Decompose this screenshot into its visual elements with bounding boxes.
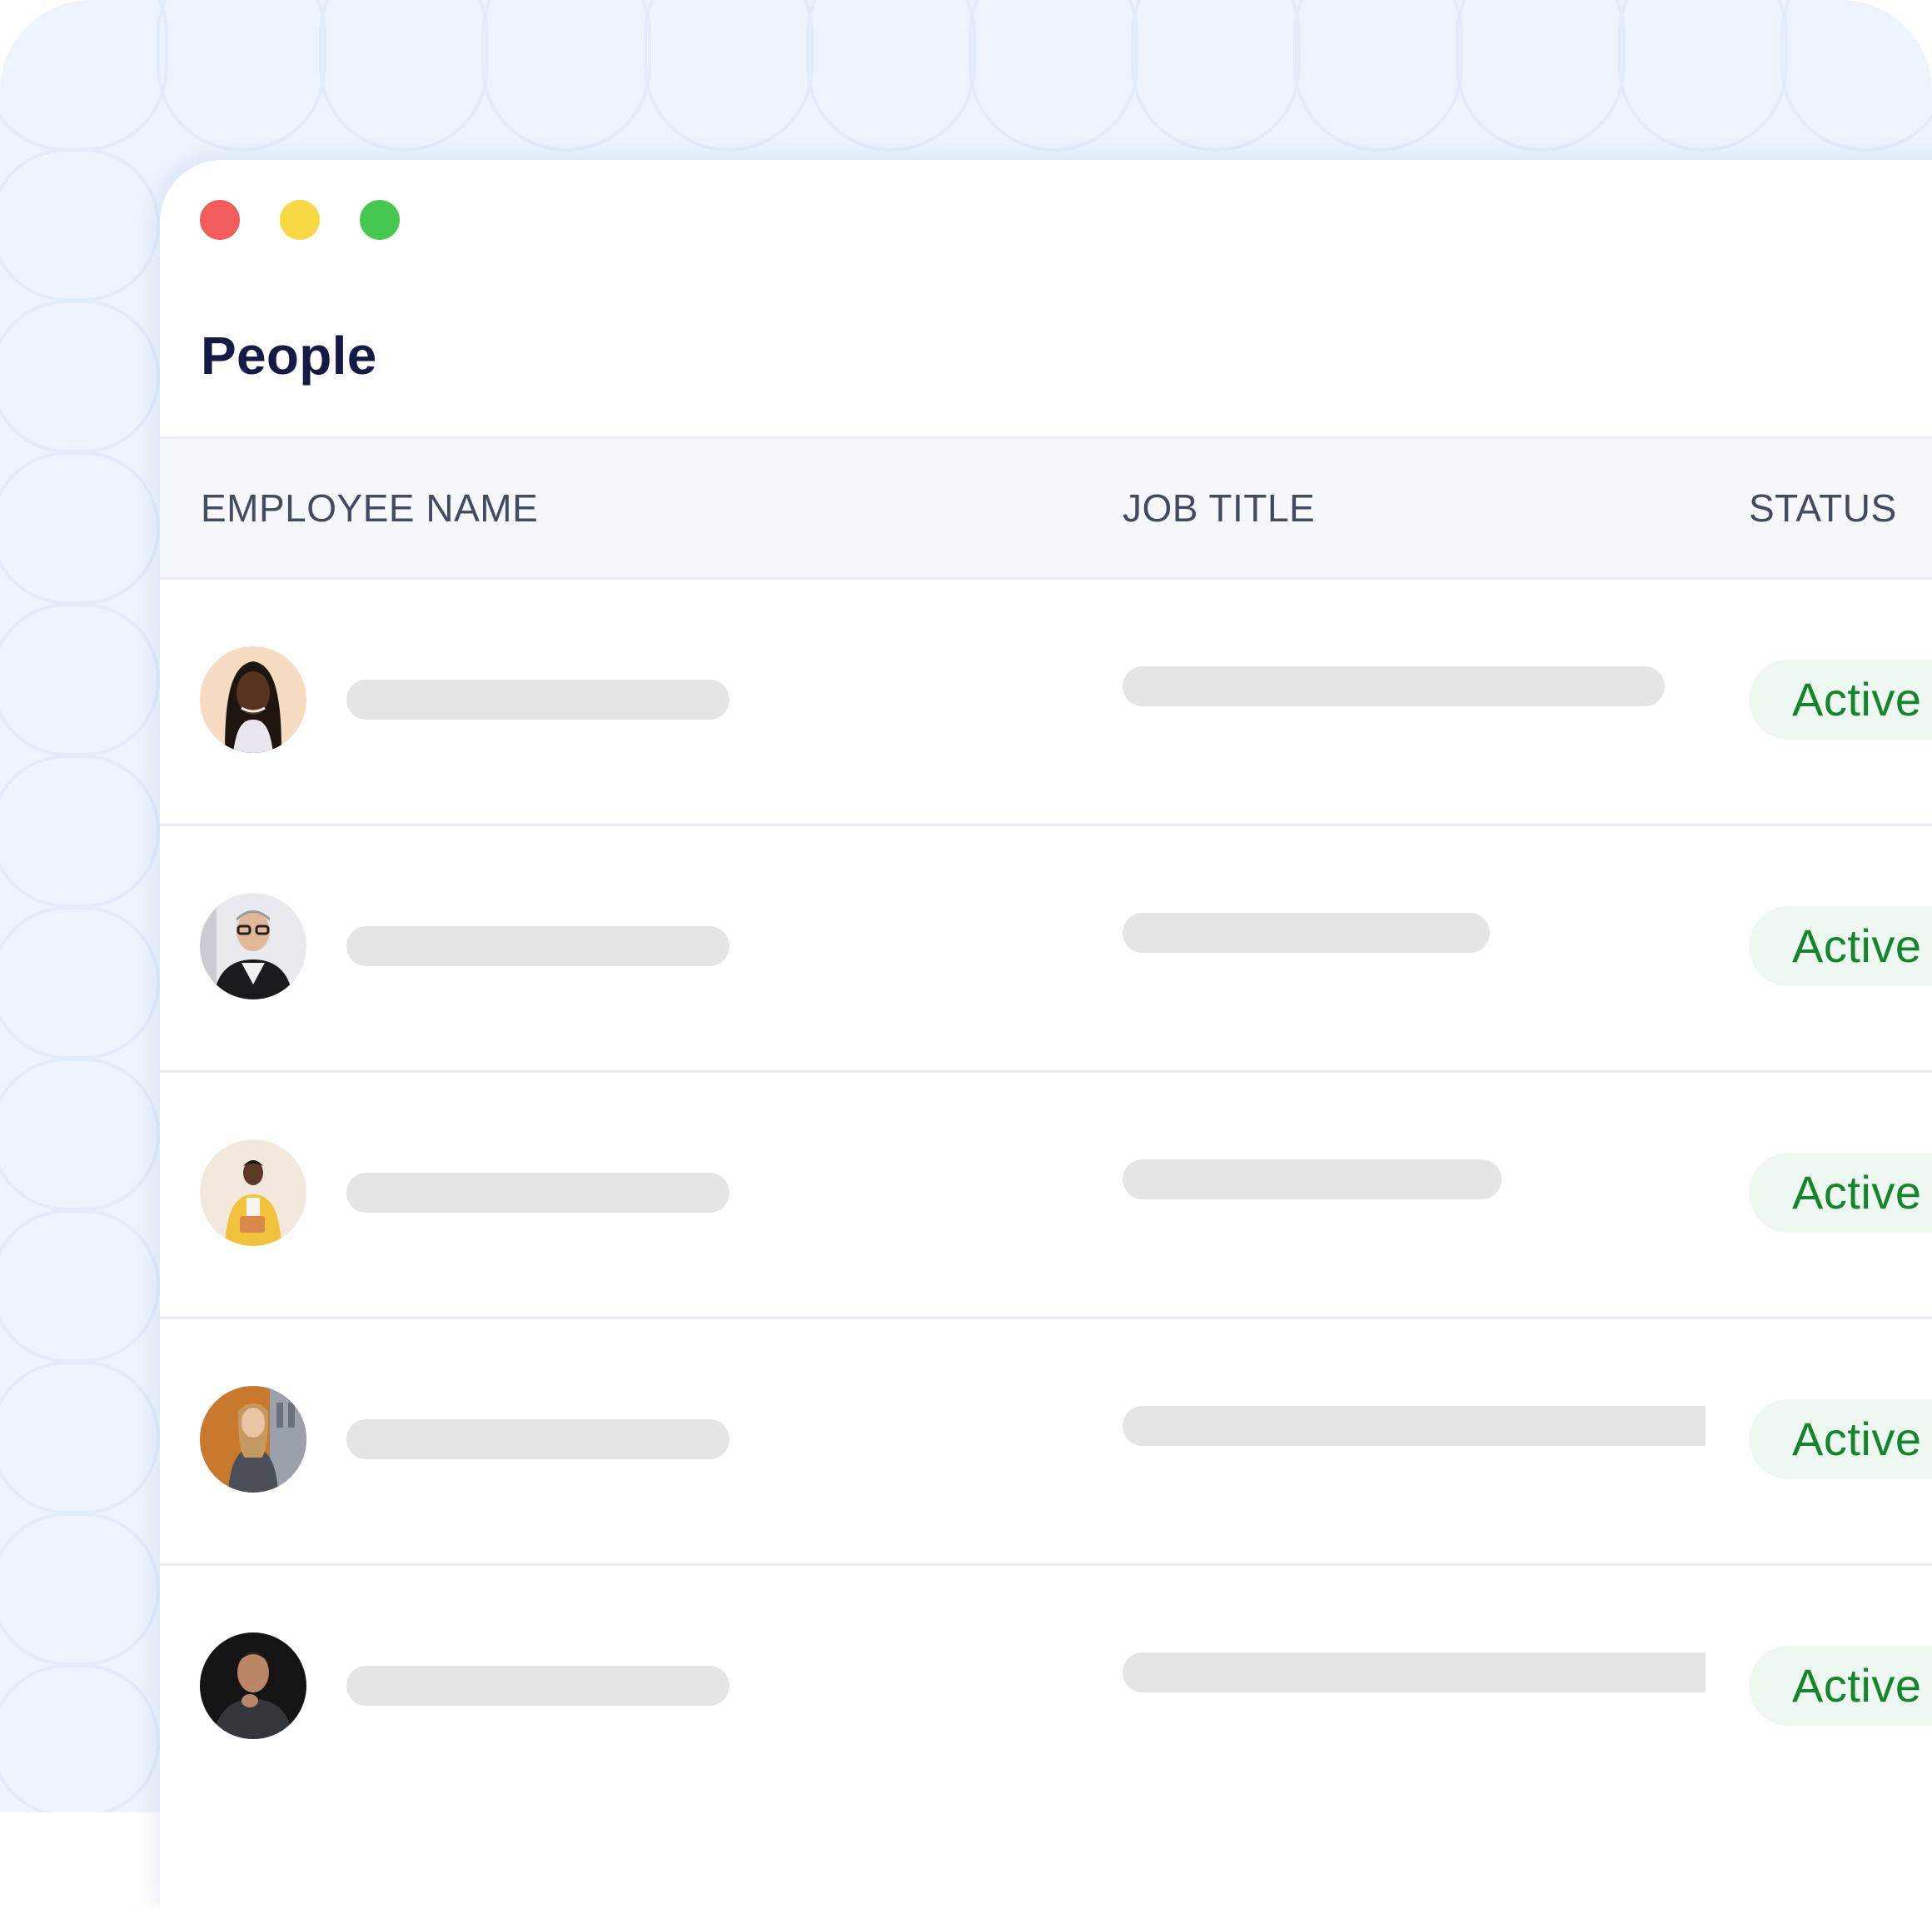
table-row[interactable]: Active [160,1319,1932,1566]
column-header-employee-name[interactable]: EMPLOYEE NAME [201,439,538,577]
employee-name-placeholder [346,1666,729,1706]
table-header: EMPLOYEE NAME JOB TITLE STATUS [160,436,1932,580]
employee-name-placeholder [346,1173,729,1213]
status-badge: Active [1749,1646,1932,1726]
table-row[interactable]: Active [160,826,1932,1073]
maximize-window-button[interactable] [360,200,400,240]
column-header-status[interactable]: STATUS [1749,439,1897,577]
employee-name-placeholder [346,1419,729,1459]
table-row[interactable]: Active [160,1566,1932,1812]
portrait-man-glasses-icon [200,893,306,999]
minimize-window-button[interactable] [280,200,320,240]
job-title-placeholder [1123,666,1665,706]
job-title-placeholder [1123,1406,1705,1446]
employee-name-placeholder [346,680,729,720]
status-badge: Active [1749,1399,1932,1479]
close-window-button[interactable] [200,200,240,240]
portrait-man-dark-shirt-icon [200,1632,306,1739]
portrait-woman-blazer-icon [200,1386,306,1493]
status-badge: Active [1749,1153,1932,1233]
job-title-placeholder [1123,913,1490,953]
job-title-placeholder [1123,1159,1501,1199]
table-row[interactable]: Active [160,1073,1932,1319]
job-title-placeholder [1123,1652,1705,1692]
app-window: People EMPLOYEE NAME JOB TITLE STATUS Ac… [160,160,1932,1909]
status-badge: Active [1749,660,1932,740]
status-badge: Active [1749,906,1932,986]
employee-name-placeholder [346,926,729,966]
table-row[interactable]: Active [160,580,1932,826]
page-title: People [201,326,377,386]
portrait-woman-braids-icon [200,646,306,753]
window-controls [200,200,400,240]
portrait-woman-yellow-jacket-icon [200,1139,306,1246]
people-table: EMPLOYEE NAME JOB TITLE STATUS Active Ac… [160,436,1932,1812]
column-header-job-title[interactable]: JOB TITLE [1123,439,1315,577]
